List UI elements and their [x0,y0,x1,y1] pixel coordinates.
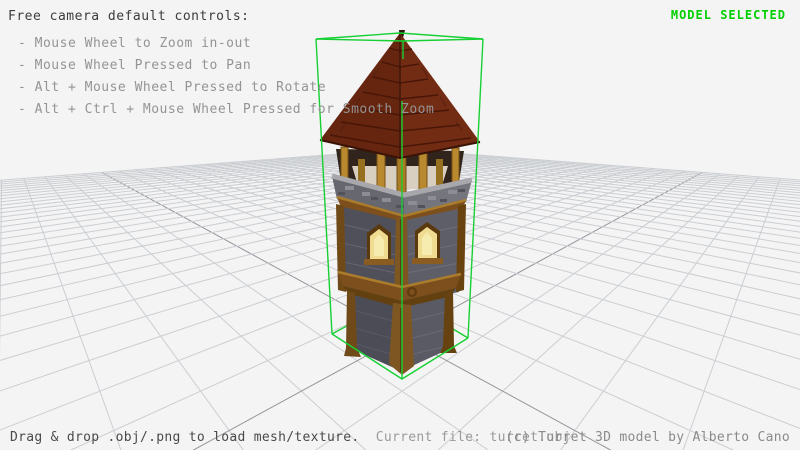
help-title: Free camera default controls: [8,9,249,24]
status-badge: MODEL SELECTED [671,8,786,22]
help-item-smooth-zoom: - Alt + Ctrl + Mouse Wheel Pressed for S… [18,102,434,117]
turret-model[interactable] [320,30,480,375]
drop-hint-text: Drag & drop .obj/.png to load mesh/textu… [10,430,359,445]
help-item-pan: - Mouse Wheel Pressed to Pan [18,58,251,73]
footer-hint: Drag & drop .obj/.png to load mesh/textu… [10,430,571,445]
credit-label: (c) Turret 3D model by Alberto Cano [506,430,790,445]
help-item-rotate: - Alt + Mouse Wheel Pressed to Rotate [18,80,326,95]
help-item-zoom: - Mouse Wheel to Zoom in-out [18,36,251,51]
roof [320,30,480,158]
viewport-3d[interactable]: Free camera default controls: - Mouse Wh… [0,0,800,450]
